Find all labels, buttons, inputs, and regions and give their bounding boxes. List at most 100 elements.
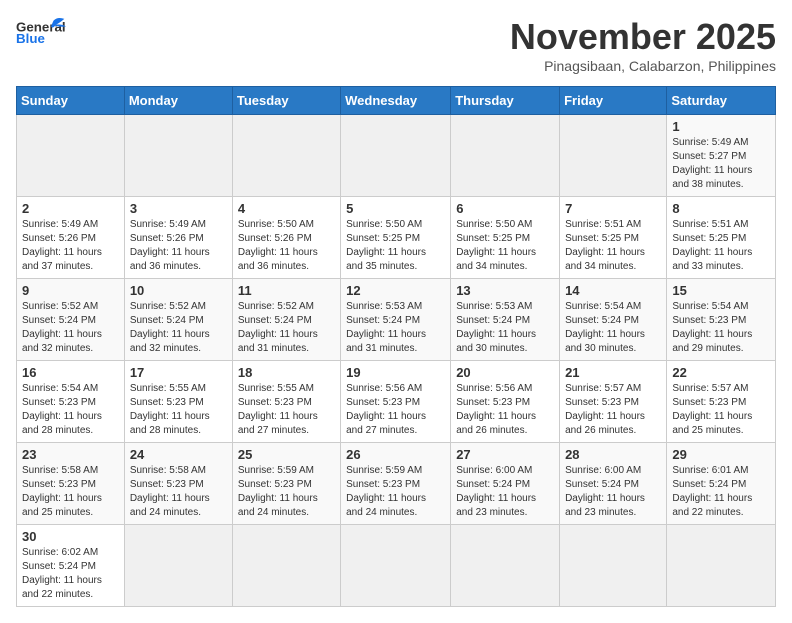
calendar-cell: 25Sunrise: 5:59 AM Sunset: 5:23 PM Dayli… (232, 443, 340, 525)
day-info: Sunrise: 5:56 AM Sunset: 5:23 PM Dayligh… (346, 382, 445, 438)
day-info: Sunrise: 5:55 AM Sunset: 5:23 PM Dayligh… (130, 382, 227, 438)
day-info: Sunrise: 5:52 AM Sunset: 5:24 PM Dayligh… (130, 300, 227, 356)
calendar-cell: 9 Sunrise: 5:52 AM Sunset: 5:24 PM Daylig… (17, 279, 125, 361)
week-row-2: 2 Sunrise: 5:49 AM Sunset: 5:26 PM Daylig… (17, 197, 776, 279)
calendar-cell: 27 Sunrise: 6:00 AM Sunset: 5:24 PM Dayli… (451, 443, 560, 525)
calendar-cell: 7Sunrise: 5:51 AM Sunset: 5:25 PM Daylig… (560, 197, 667, 279)
day-info: Sunrise: 5:50 AM Sunset: 5:25 PM Dayligh… (456, 218, 554, 274)
calendar-cell: 13 Sunrise: 5:53 AM Sunset: 5:24 PM Dayli… (451, 279, 560, 361)
day-info: Sunrise: 5:55 AM Sunset: 5:23 PM Dayligh… (238, 382, 335, 438)
calendar-cell (341, 115, 451, 197)
day-number: 2 (22, 201, 119, 216)
day-header-monday: Monday (124, 87, 232, 115)
day-number: 13 (456, 283, 554, 298)
day-number: 26 (346, 447, 445, 462)
day-header-sunday: Sunday (17, 87, 125, 115)
day-number: 20 (456, 365, 554, 380)
calendar-cell: 4 Sunrise: 5:50 AM Sunset: 5:26 PM Daylig… (232, 197, 340, 279)
calendar-cell (17, 115, 125, 197)
day-header-tuesday: Tuesday (232, 87, 340, 115)
day-info: Sunrise: 5:50 AM Sunset: 5:26 PM Dayligh… (238, 218, 335, 274)
week-row-1: 1 Sunrise: 5:49 AM Sunset: 5:27 PM Daylig… (17, 115, 776, 197)
calendar-cell: 12 Sunrise: 5:53 AM Sunset: 5:24 PM Dayli… (341, 279, 451, 361)
day-number: 14 (565, 283, 661, 298)
day-number: 30 (22, 529, 119, 544)
day-info: Sunrise: 5:54 AM Sunset: 5:23 PM Dayligh… (672, 300, 770, 356)
day-number: 3 (130, 201, 227, 216)
title-area: November 2025 Pinagsibaan, Calabarzon, P… (510, 16, 776, 74)
day-number: 15 (672, 283, 770, 298)
location: Pinagsibaan, Calabarzon, Philippines (510, 58, 776, 74)
day-info: Sunrise: 5:49 AM Sunset: 5:27 PM Dayligh… (672, 136, 770, 192)
day-info: Sunrise: 5:57 AM Sunset: 5:23 PM Dayligh… (565, 382, 661, 438)
day-number: 27 (456, 447, 554, 462)
calendar-cell: 17Sunrise: 5:55 AM Sunset: 5:23 PM Dayli… (124, 361, 232, 443)
days-header-row: SundayMondayTuesdayWednesdayThursdayFrid… (17, 87, 776, 115)
day-info: Sunrise: 5:53 AM Sunset: 5:24 PM Dayligh… (346, 300, 445, 356)
calendar-cell (124, 525, 232, 607)
day-number: 19 (346, 365, 445, 380)
calendar-cell: 3Sunrise: 5:49 AM Sunset: 5:26 PM Daylig… (124, 197, 232, 279)
day-number: 5 (346, 201, 445, 216)
calendar-cell: 8 Sunrise: 5:51 AM Sunset: 5:25 PM Daylig… (667, 197, 776, 279)
calendar-cell (232, 525, 340, 607)
day-info: Sunrise: 6:02 AM Sunset: 5:24 PM Dayligh… (22, 546, 119, 602)
calendar-cell (124, 115, 232, 197)
day-number: 10 (130, 283, 227, 298)
calendar-cell: 15 Sunrise: 5:54 AM Sunset: 5:23 PM Dayli… (667, 279, 776, 361)
day-number: 18 (238, 365, 335, 380)
calendar-cell: 16Sunrise: 5:54 AM Sunset: 5:23 PM Dayli… (17, 361, 125, 443)
day-number: 29 (672, 447, 770, 462)
day-info: Sunrise: 5:58 AM Sunset: 5:23 PM Dayligh… (22, 464, 119, 520)
calendar-cell: 14Sunrise: 5:54 AM Sunset: 5:24 PM Dayli… (560, 279, 667, 361)
logo-icon: General Blue (16, 16, 66, 46)
day-number: 23 (22, 447, 119, 462)
calendar-cell: 1 Sunrise: 5:49 AM Sunset: 5:27 PM Daylig… (667, 115, 776, 197)
day-info: Sunrise: 6:01 AM Sunset: 5:24 PM Dayligh… (672, 464, 770, 520)
day-header-thursday: Thursday (451, 87, 560, 115)
calendar-cell: 30 Sunrise: 6:02 AM Sunset: 5:24 PM Dayli… (17, 525, 125, 607)
calendar-cell: 19 Sunrise: 5:56 AM Sunset: 5:23 PM Dayli… (341, 361, 451, 443)
calendar-cell (560, 115, 667, 197)
calendar-cell: 24Sunrise: 5:58 AM Sunset: 5:23 PM Dayli… (124, 443, 232, 525)
week-row-3: 9 Sunrise: 5:52 AM Sunset: 5:24 PM Daylig… (17, 279, 776, 361)
day-info: Sunrise: 5:56 AM Sunset: 5:23 PM Dayligh… (456, 382, 554, 438)
day-number: 28 (565, 447, 661, 462)
day-info: Sunrise: 6:00 AM Sunset: 5:24 PM Dayligh… (565, 464, 661, 520)
day-number: 1 (672, 119, 770, 134)
calendar-cell: 29 Sunrise: 6:01 AM Sunset: 5:24 PM Dayli… (667, 443, 776, 525)
calendar-cell (232, 115, 340, 197)
day-info: Sunrise: 5:53 AM Sunset: 5:24 PM Dayligh… (456, 300, 554, 356)
day-number: 21 (565, 365, 661, 380)
day-number: 16 (22, 365, 119, 380)
day-number: 8 (672, 201, 770, 216)
day-info: Sunrise: 5:50 AM Sunset: 5:25 PM Dayligh… (346, 218, 445, 274)
calendar-cell (667, 525, 776, 607)
day-number: 9 (22, 283, 119, 298)
calendar-cell (560, 525, 667, 607)
day-info: Sunrise: 5:52 AM Sunset: 5:24 PM Dayligh… (238, 300, 335, 356)
calendar-cell: 5 Sunrise: 5:50 AM Sunset: 5:25 PM Daylig… (341, 197, 451, 279)
calendar-cell: 21 Sunrise: 5:57 AM Sunset: 5:23 PM Dayli… (560, 361, 667, 443)
day-number: 7 (565, 201, 661, 216)
calendar-cell (451, 115, 560, 197)
calendar-cell: 6 Sunrise: 5:50 AM Sunset: 5:25 PM Daylig… (451, 197, 560, 279)
day-info: Sunrise: 6:00 AM Sunset: 5:24 PM Dayligh… (456, 464, 554, 520)
week-row-4: 16Sunrise: 5:54 AM Sunset: 5:23 PM Dayli… (17, 361, 776, 443)
calendar-cell: 23 Sunrise: 5:58 AM Sunset: 5:23 PM Dayli… (17, 443, 125, 525)
page-header: General Blue November 2025 Pinagsibaan, … (16, 16, 776, 74)
calendar-cell: 28 Sunrise: 6:00 AM Sunset: 5:24 PM Dayli… (560, 443, 667, 525)
day-info: Sunrise: 5:52 AM Sunset: 5:24 PM Dayligh… (22, 300, 119, 356)
day-info: Sunrise: 5:57 AM Sunset: 5:23 PM Dayligh… (672, 382, 770, 438)
calendar-cell: 22 Sunrise: 5:57 AM Sunset: 5:23 PM Dayli… (667, 361, 776, 443)
day-info: Sunrise: 5:51 AM Sunset: 5:25 PM Dayligh… (672, 218, 770, 274)
day-number: 12 (346, 283, 445, 298)
calendar-cell: 11Sunrise: 5:52 AM Sunset: 5:24 PM Dayli… (232, 279, 340, 361)
day-info: Sunrise: 5:49 AM Sunset: 5:26 PM Dayligh… (22, 218, 119, 274)
day-number: 6 (456, 201, 554, 216)
calendar-cell: 2 Sunrise: 5:49 AM Sunset: 5:26 PM Daylig… (17, 197, 125, 279)
day-number: 4 (238, 201, 335, 216)
day-info: Sunrise: 5:59 AM Sunset: 5:23 PM Dayligh… (346, 464, 445, 520)
day-number: 22 (672, 365, 770, 380)
week-row-5: 23 Sunrise: 5:58 AM Sunset: 5:23 PM Dayli… (17, 443, 776, 525)
